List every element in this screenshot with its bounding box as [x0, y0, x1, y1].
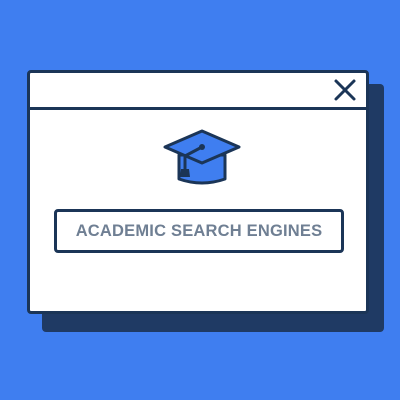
- search-text: ACADEMIC SEARCH ENGINES: [75, 221, 323, 240]
- close-icon[interactable]: [332, 77, 358, 103]
- title-bar: [30, 73, 366, 110]
- graduation-cap-icon: [163, 129, 241, 191]
- dialog-window: ACADEMIC SEARCH ENGINES: [27, 70, 369, 314]
- search-box[interactable]: ACADEMIC SEARCH ENGINES: [54, 209, 344, 253]
